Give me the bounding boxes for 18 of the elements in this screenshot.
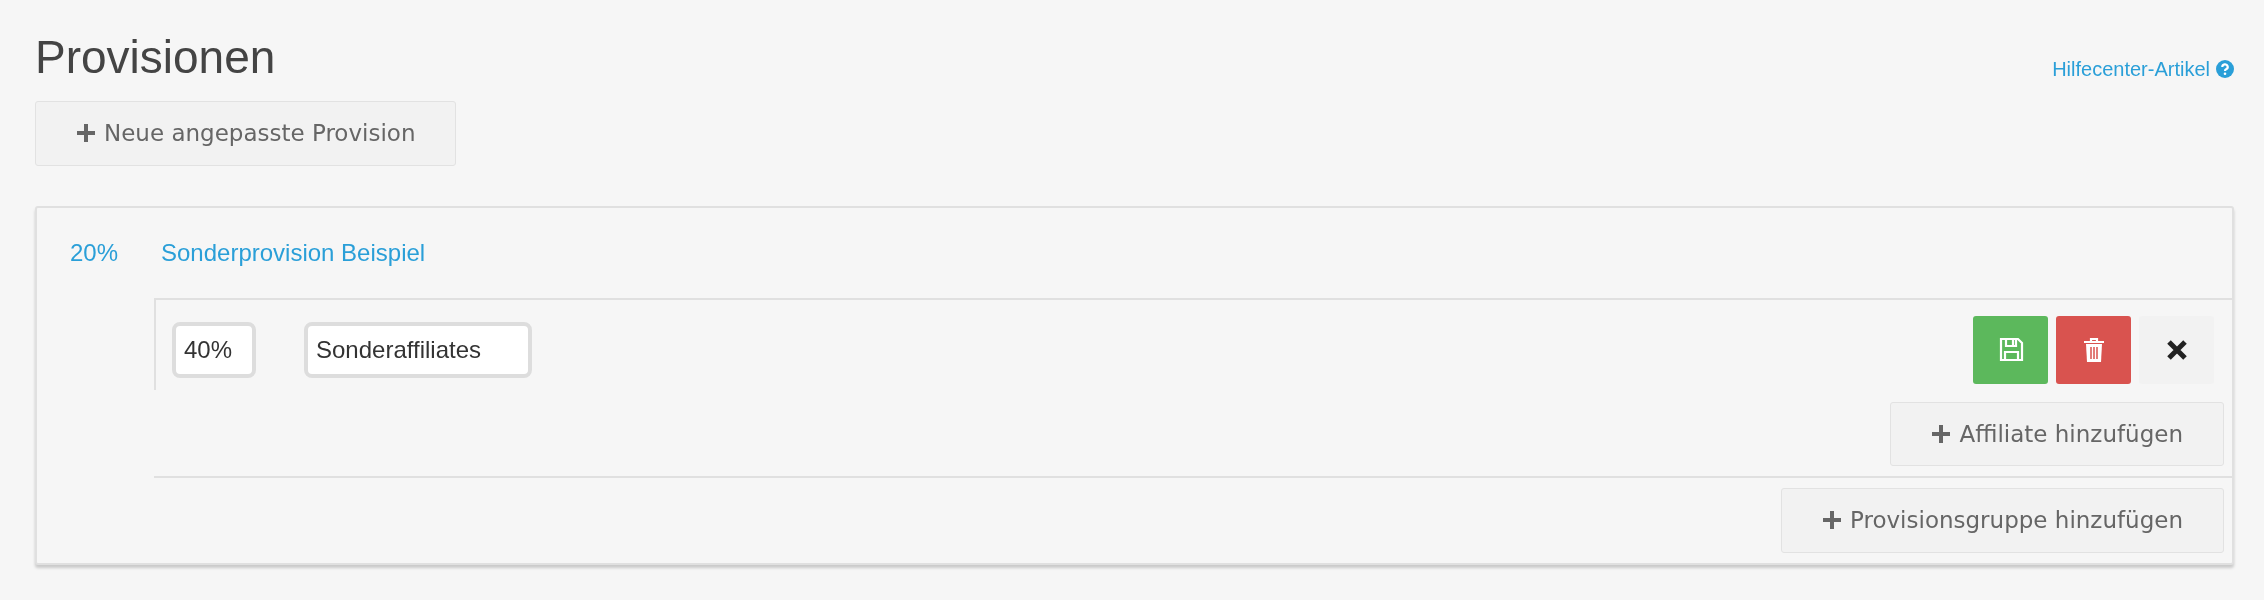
- commission-rate: 20%: [69, 237, 120, 268]
- close-icon: [2165, 338, 2188, 361]
- help-icon: [2216, 60, 2234, 78]
- delete-button[interactable]: [2056, 315, 2131, 384]
- commission-name: Sonderprovision Beispiel: [161, 237, 426, 268]
- trash-icon: [2082, 336, 2105, 363]
- add-button[interactable]: Affiliate hinzufügen: [1890, 401, 2224, 467]
- rate-field[interactable]: 40%: [172, 321, 256, 378]
- close-button[interactable]: [2139, 315, 2214, 384]
- add-button[interactable]: Neue angepasste Provision: [35, 101, 457, 166]
- name-field[interactable]: Sonderaffiliates: [304, 321, 532, 378]
- page-title: Provisionen: [35, 30, 276, 85]
- plus-icon: [1931, 423, 1952, 444]
- help-link[interactable]: Hilfecenter-Artikel: [2052, 54, 2234, 84]
- plus-icon: [1822, 510, 1842, 531]
- plus-icon: [76, 123, 96, 144]
- add-button[interactable]: Provisionsgruppe hinzufügen: [1781, 488, 2224, 553]
- save-button[interactable]: [1973, 315, 2048, 384]
